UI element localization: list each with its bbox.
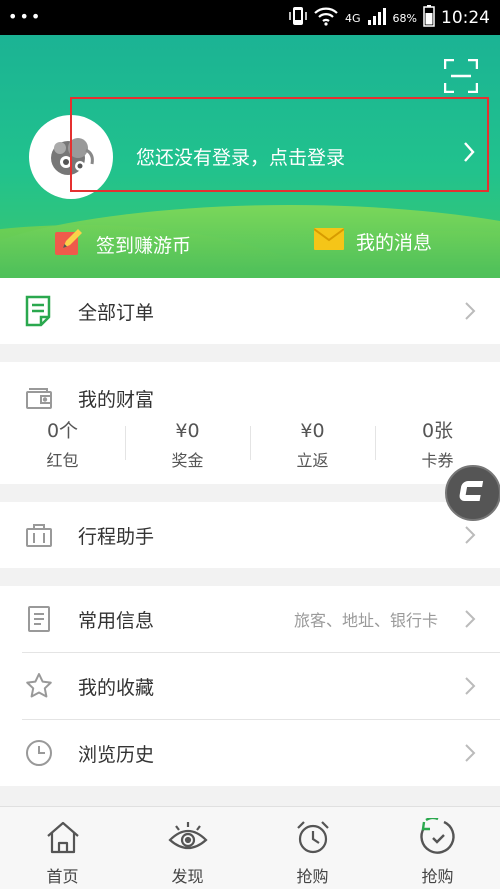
floating-assistant-button[interactable] xyxy=(445,465,500,521)
stat-bonus[interactable]: ¥0 奖金 xyxy=(125,418,250,476)
stat-cashback[interactable]: ¥0 立返 xyxy=(250,418,375,476)
common-info-row[interactable]: 常用信息 旅客、地址、银行卡 xyxy=(0,586,500,652)
battery-percent: 68% xyxy=(392,11,417,25)
common-info-hint: 旅客、地址、银行卡 xyxy=(293,611,438,630)
tab-label: 发现 xyxy=(171,867,204,886)
order-list-icon xyxy=(24,295,54,327)
scan-icon[interactable] xyxy=(443,58,479,94)
home-icon xyxy=(43,817,83,857)
stat-red-packet[interactable]: 0个 红包 xyxy=(0,418,125,476)
profile-header: 您还没有登录，点击登录 签到赚游币 我的消息 xyxy=(0,35,500,278)
bottom-nav: 首页 发现 抢购 抢购 xyxy=(0,806,500,889)
document-icon xyxy=(24,604,54,634)
envelope-icon xyxy=(313,228,345,255)
login-prompt[interactable]: 您还没有登录，点击登录 xyxy=(136,143,345,170)
messages-label: 我的消息 xyxy=(356,232,433,254)
status-bar: ••• 4G 68% 10:24 xyxy=(0,0,500,35)
more-notifications-icon: ••• xyxy=(8,7,43,26)
tab-flash-sale[interactable]: 抢购 xyxy=(250,807,375,889)
history-label: 浏览历史 xyxy=(78,743,155,766)
all-orders-label: 全部订单 xyxy=(78,301,155,324)
wifi-icon xyxy=(313,6,339,31)
clock-icon xyxy=(24,738,54,768)
refresh-clock-icon xyxy=(418,817,458,857)
chevron-right-icon xyxy=(464,609,476,629)
checkin-label: 签到赚游币 xyxy=(96,235,192,257)
signal-icon xyxy=(367,7,387,30)
info-section: 常用信息 旅客、地址、银行卡 我的收藏 浏览历史 xyxy=(0,586,500,786)
alarm-clock-icon xyxy=(293,817,333,857)
history-row[interactable]: 浏览历史 xyxy=(0,720,500,786)
wealth-title: 我的财富 xyxy=(78,389,155,411)
star-icon xyxy=(24,671,54,701)
wallet-icon xyxy=(24,382,54,412)
tab-home[interactable]: 首页 xyxy=(0,807,125,889)
tab-label: 首页 xyxy=(46,867,79,886)
vibrate-icon xyxy=(289,6,307,31)
c-logo-icon xyxy=(458,476,488,510)
itinerary-section: 行程助手 xyxy=(0,502,500,568)
all-orders-row[interactable]: 全部订单 xyxy=(0,278,500,344)
tab-label: 抢购 xyxy=(421,867,454,886)
tab-flash-sale-active[interactable]: 抢购 xyxy=(375,807,500,889)
pencil-icon xyxy=(54,228,84,261)
eye-icon xyxy=(167,817,208,857)
tab-discover[interactable]: 发现 xyxy=(125,807,250,889)
wealth-section: 我的财富 0个 红包 ¥0 奖金 ¥0 立返 0张 卡券 xyxy=(0,362,500,484)
stat-label: 红包 xyxy=(46,451,79,470)
battery-icon xyxy=(423,4,435,32)
stat-value: 0个 xyxy=(46,420,79,442)
chevron-right-icon xyxy=(464,676,476,696)
chevron-right-icon xyxy=(464,743,476,763)
chevron-right-icon xyxy=(464,301,476,321)
stat-value: 0张 xyxy=(421,420,454,442)
checkin-button[interactable]: 签到赚游币 xyxy=(54,228,191,261)
stat-label: 奖金 xyxy=(171,451,204,470)
itinerary-row[interactable]: 行程助手 xyxy=(0,502,500,568)
itinerary-label: 行程助手 xyxy=(78,525,155,548)
status-indicators: 4G 68% 10:24 xyxy=(289,4,490,32)
clock-time: 10:24 xyxy=(441,8,490,28)
wealth-stats: 0个 红包 ¥0 奖金 ¥0 立返 0张 卡券 xyxy=(0,418,500,476)
common-info-label: 常用信息 xyxy=(78,609,155,632)
stat-value: ¥0 xyxy=(300,420,325,442)
messages-button[interactable]: 我的消息 xyxy=(313,228,433,255)
favorites-label: 我的收藏 xyxy=(78,676,155,699)
stat-label: 立返 xyxy=(296,451,329,470)
chevron-right-icon[interactable] xyxy=(462,141,476,163)
chevron-right-icon xyxy=(464,525,476,545)
suitcase-icon xyxy=(24,520,54,550)
favorites-row[interactable]: 我的收藏 xyxy=(0,653,500,719)
tab-label: 抢购 xyxy=(296,867,329,886)
network-type: 4G xyxy=(345,11,361,25)
stat-value: ¥0 xyxy=(175,420,200,442)
orders-section: 全部订单 xyxy=(0,278,500,344)
